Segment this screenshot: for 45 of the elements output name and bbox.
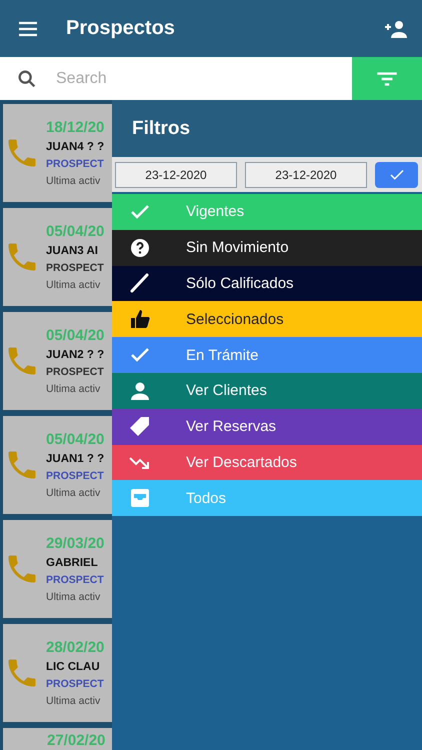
prospect-name: JUAN3 AI <box>46 245 99 257</box>
filter-option[interactable]: Seleccionados <box>112 301 422 338</box>
card-date: 05/04/20 <box>46 327 104 344</box>
activity-text: Ultima activ <box>46 695 102 707</box>
prospect-card[interactable]: 28/02/20 LIC CLAU PROSPECT Ultima activ <box>3 624 112 722</box>
status-label: PROSPECT <box>46 678 104 690</box>
panel-title: Filtros <box>132 118 190 140</box>
prospect-name: JUAN4 ? ? <box>46 141 104 153</box>
filter-option[interactable]: En Trámite <box>112 337 422 373</box>
status-label: PROSPECT <box>46 470 104 482</box>
activity-text: Ultima activ <box>46 383 102 395</box>
card-date: 27/02/20 <box>47 732 106 749</box>
prospect-name: JUAN2 ? ? <box>46 349 104 361</box>
prospect-card[interactable]: 05/04/20 JUAN3 AI PROSPECT Ultima activ <box>3 208 112 306</box>
activity-text: Ultima activ <box>46 175 102 187</box>
activity-text: Ultima activ <box>46 591 102 603</box>
status-label: PROSPECT <box>46 574 104 586</box>
prospect-card[interactable]: 18/12/20 JUAN4 ? ? PROSPECT Ultima activ <box>3 104 112 202</box>
status-label: PROSPECT <box>46 262 104 274</box>
status-label: PROSPECT <box>46 158 104 170</box>
prospect-card[interactable]: 29/03/20 GABRIEL PROSPECT Ultima activ <box>3 520 112 618</box>
card-date: 29/03/20 <box>46 535 104 552</box>
filter-option[interactable]: Ver Clientes <box>112 372 422 409</box>
prospect-name: GABRIEL <box>46 557 99 569</box>
card-date: 18/12/20 <box>46 119 104 136</box>
date-from-field[interactable]: 23-12-2020 <box>115 162 237 188</box>
tag-icon <box>128 414 152 439</box>
activity-text: Ultima activ <box>46 487 102 499</box>
prospect-name: JUAN1 ? ? <box>46 453 104 465</box>
prospect-name: LIC CLAU <box>46 661 101 673</box>
filter-option[interactable]: Sólo Calificados <box>112 266 422 302</box>
status-label: PROSPECT <box>46 366 104 378</box>
filter-option[interactable]: Ver Reservas <box>112 408 422 445</box>
screen-title: Prospectos <box>66 17 176 40</box>
search-field[interactable]: Search <box>0 57 352 100</box>
activity-text: Ultima activ <box>46 279 102 291</box>
card-date: 05/04/20 <box>46 431 104 448</box>
prospect-card[interactable]: 05/04/20 JUAN1 ? ? PROSPECT Ultima activ <box>3 416 112 514</box>
apply-button[interactable] <box>375 162 418 188</box>
filter-option[interactable]: Sin Movimiento <box>112 230 422 266</box>
card-date: 05/04/20 <box>46 223 104 240</box>
prospect-card[interactable]: 05/04/20 JUAN2 ? ? PROSPECT Ultima activ <box>3 312 112 410</box>
card-date: 28/02/20 <box>46 639 104 656</box>
date-to-field[interactable]: 23-12-2020 <box>245 162 367 188</box>
filter-option[interactable]: Ver Descartados <box>112 444 422 480</box>
